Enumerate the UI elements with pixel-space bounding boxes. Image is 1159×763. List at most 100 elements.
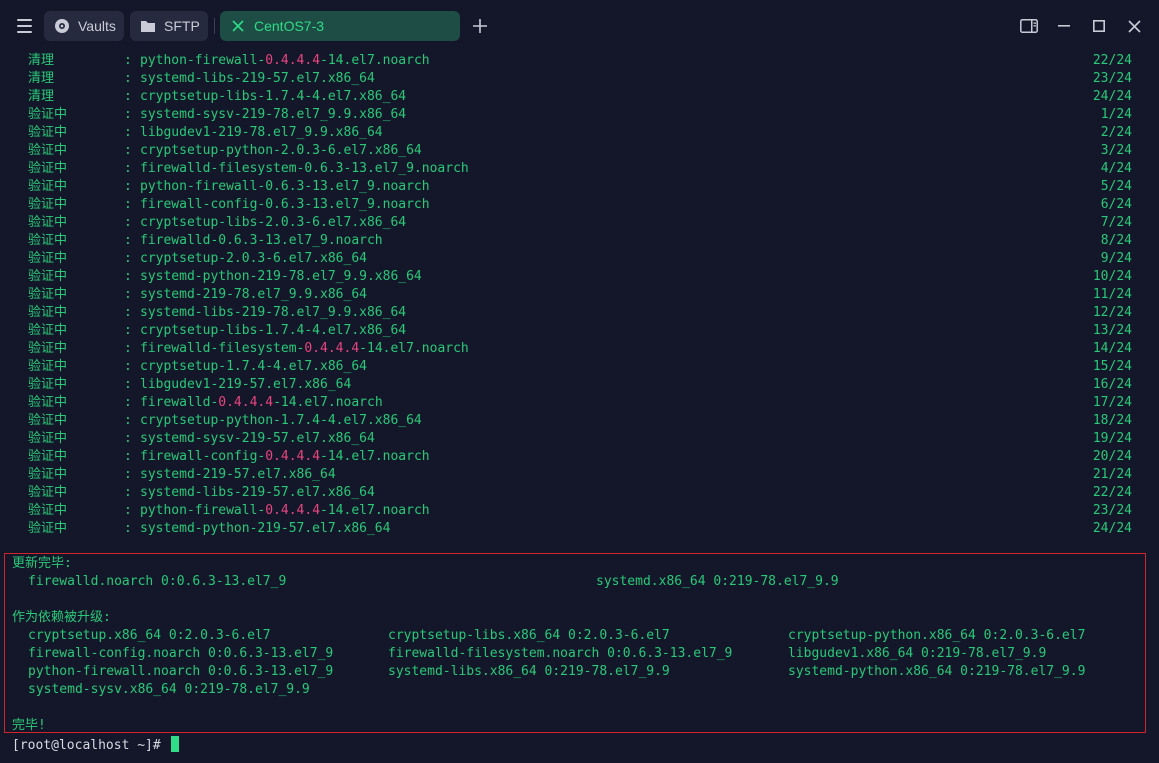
log-line: 验证中: firewalld-filesystem-0.6.3-13.el7_9.… [0, 160, 1159, 178]
progress-count: 17/24 [1092, 395, 1132, 410]
minimize-icon[interactable] [1052, 14, 1076, 38]
deps-title: 作为依赖被升级: [12, 610, 111, 625]
log-line: 验证中: firewall-config-0.6.3-13.el7_9.noarc… [0, 196, 1159, 214]
maximize-icon[interactable] [1087, 14, 1111, 38]
tab-label: CentOS7-3 [254, 18, 325, 34]
package-name: libgudev1-219-57.el7.x86_64 [140, 376, 351, 394]
separator: : [124, 107, 132, 122]
package-text: -14.el7.noarch [320, 53, 430, 68]
package-text: python-firewall- [140, 503, 266, 518]
separator: : [124, 53, 132, 68]
package-name: cryptsetup-libs-1.7.4-4.el7.x86_64 [140, 88, 406, 106]
separator: : [124, 305, 132, 320]
progress-count: 6/24 [1100, 197, 1132, 212]
log-line: 验证中: libgudev1-219-78.el7_9.9.x86_64 2/24 [0, 124, 1159, 142]
package-text: systemd-libs-219-57.el7.x86_64 [140, 71, 375, 86]
dependency-item: cryptsetup-libs.x86_64 0:2.0.3-6.el7 [388, 628, 670, 643]
log-line: 验证中: python-firewall-0.4.4.4-14.el7.noarc… [0, 502, 1159, 520]
log-line: 清理: systemd-libs-219-57.el7.x86_64 23/24 [0, 70, 1159, 88]
terminal-output[interactable]: 清理: python-firewall-0.4.4.4-14.el7.noarch… [0, 52, 1159, 538]
progress-count: 1/24 [1100, 107, 1132, 122]
status-label: 验证中 [28, 125, 68, 140]
vault-icon [54, 18, 70, 34]
separator: : [124, 467, 132, 482]
progress-count: 4/24 [1100, 161, 1132, 176]
log-line: 验证中: firewalld-0.4.4.4-14.el7.noarch 17/24 [0, 394, 1159, 412]
separator: : [124, 71, 132, 86]
log-line: 验证中: firewall-config-0.4.4.4-14.el7.noarc… [0, 448, 1159, 466]
progress-count: 14/24 [1092, 341, 1132, 356]
new-tab-icon[interactable] [468, 14, 492, 38]
separator: : [124, 377, 132, 392]
title-bar: Vaults SFTP CentOS7-3 [0, 0, 1159, 52]
package-text: -14.el7.noarch [320, 449, 430, 464]
dependency-item: systemd-python.x86_64 0:219-78.el7_9.9 [788, 664, 1086, 679]
package-text: systemd-sysv-219-57.el7.x86_64 [140, 431, 375, 446]
progress-count: 16/24 [1092, 377, 1132, 392]
log-line: 验证中: firewalld-filesystem-0.4.4.4-14.el7.… [0, 340, 1159, 358]
separator: : [124, 323, 132, 338]
progress-count: 5/24 [1100, 179, 1132, 194]
package-text: systemd-219-57.el7.x86_64 [140, 467, 336, 482]
package-text: firewalld-0.6.3-13.el7_9.noarch [140, 233, 383, 248]
sidebar-toggle-icon[interactable] [1017, 14, 1041, 38]
highlighted-version: 0.4.4.4 [265, 503, 321, 518]
package-name: cryptsetup-python-2.0.3-6.el7.x86_64 [140, 142, 422, 160]
package-name: systemd-sysv-219-78.el7_9.9.x86_64 [140, 106, 406, 124]
close-icon[interactable] [230, 18, 246, 34]
separator: : [124, 413, 132, 428]
status-label: 验证中 [28, 251, 68, 266]
status-label: 验证中 [28, 431, 68, 446]
progress-count: 24/24 [1092, 89, 1132, 104]
cursor [170, 736, 179, 752]
progress-count: 22/24 [1092, 53, 1132, 68]
log-line: 验证中: systemd-219-57.el7.x86_64 21/24 [0, 466, 1159, 484]
highlighted-version: 0.4.4.4 [218, 395, 274, 410]
separator: : [124, 89, 132, 104]
progress-count: 13/24 [1092, 323, 1132, 338]
package-text: firewalld-filesystem-0.6.3-13.el7_9.noar… [140, 161, 469, 176]
dependency-item: systemd-libs.x86_64 0:219-78.el7_9.9 [388, 664, 670, 679]
package-text: systemd-libs-219-57.el7.x86_64 [140, 485, 375, 500]
tab-sftp[interactable]: SFTP [130, 11, 208, 41]
package-name: cryptsetup-libs-1.7.4-4.el7.x86_64 [140, 322, 406, 340]
package-name: python-firewall-0.6.3-13.el7_9.noarch [140, 178, 430, 196]
package-text: firewalld- [140, 395, 219, 410]
separator: : [124, 395, 132, 410]
status-label: 验证中 [28, 107, 68, 122]
log-line: 验证中: systemd-libs-219-57.el7.x86_64 22/24 [0, 484, 1159, 502]
menu-icon[interactable] [12, 14, 36, 38]
package-name: python-firewall-0.4.4.4-14.el7.noarch [140, 502, 430, 520]
dependency-item: cryptsetup-python.x86_64 0:2.0.3-6.el7 [788, 628, 1086, 643]
tab-centos7-3[interactable]: CentOS7-3 [220, 11, 460, 41]
separator: : [124, 521, 132, 536]
status-label: 清理 [28, 71, 55, 86]
status-label: 验证中 [28, 305, 68, 320]
log-line: 验证中: systemd-sysv-219-78.el7_9.9.x86_64 1/… [0, 106, 1159, 124]
progress-count: 7/24 [1100, 215, 1132, 230]
package-text: python-firewall- [140, 53, 266, 68]
package-name: libgudev1-219-78.el7_9.9.x86_64 [140, 124, 383, 142]
package-text: firewall-config- [140, 449, 266, 464]
progress-count: 19/24 [1092, 431, 1132, 446]
package-name: cryptsetup-python-1.7.4-4.el7.x86_64 [140, 412, 422, 430]
package-name: systemd-libs-219-57.el7.x86_64 [140, 484, 375, 502]
package-name: cryptsetup-libs-2.0.3-6.el7.x86_64 [140, 214, 406, 232]
progress-count: 12/24 [1092, 305, 1132, 320]
tab-label: Vaults [78, 18, 116, 34]
package-text: firewall-config-0.6.3-13.el7_9.noarch [140, 197, 430, 212]
log-line: 清理: cryptsetup-libs-1.7.4-4.el7.x86_64 24/… [0, 88, 1159, 106]
package-text: python-firewall-0.6.3-13.el7_9.noarch [140, 179, 430, 194]
shell-prompt[interactable]: [root@localhost ~]# [12, 736, 179, 755]
progress-count: 3/24 [1100, 143, 1132, 158]
progress-count: 9/24 [1100, 251, 1132, 266]
package-name: firewalld-filesystem-0.6.3-13.el7_9.noar… [140, 160, 469, 178]
package-text: libgudev1-219-57.el7.x86_64 [140, 377, 352, 392]
log-line: 验证中: cryptsetup-libs-2.0.3-6.el7.x86_64 7/… [0, 214, 1159, 232]
package-text: -14.el7.noarch [359, 341, 469, 356]
window-close-icon[interactable] [1122, 14, 1146, 38]
tab-vaults[interactable]: Vaults [44, 11, 124, 41]
separator: : [124, 161, 132, 176]
package-text: systemd-219-78.el7_9.9.x86_64 [140, 287, 367, 302]
log-line: 验证中: systemd-python-219-78.el7_9.9.x86_64… [0, 268, 1159, 286]
